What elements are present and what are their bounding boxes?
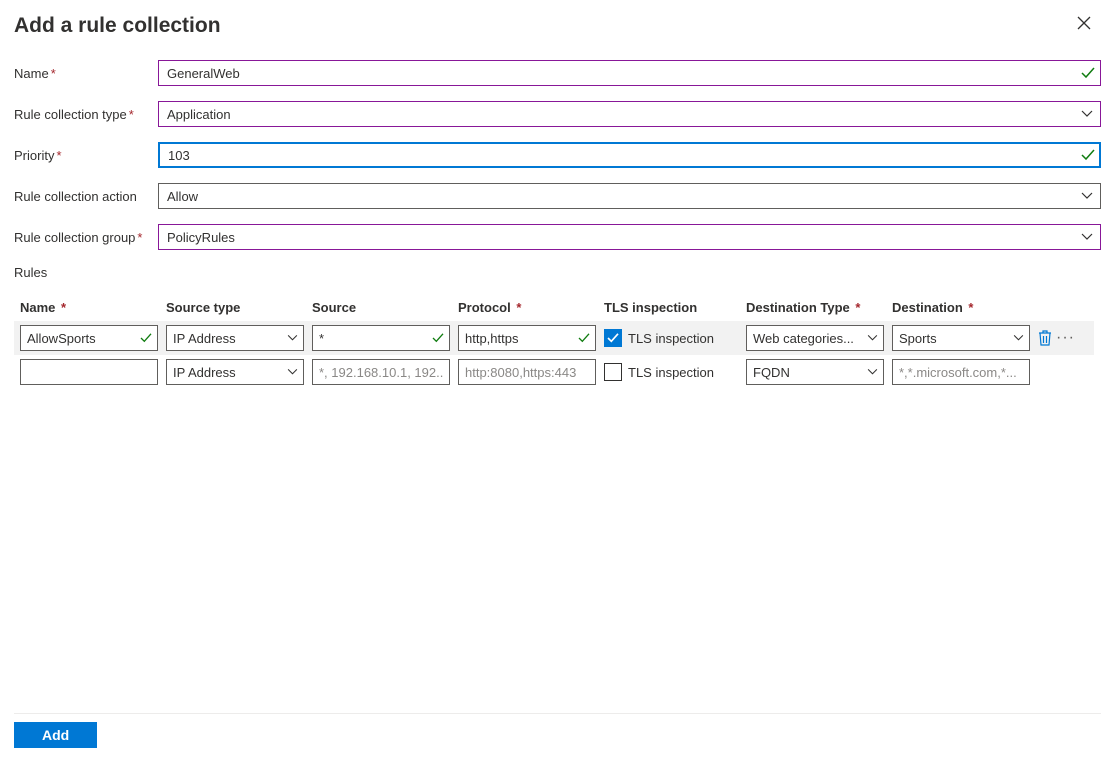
- add-button[interactable]: Add: [14, 722, 97, 748]
- priority-input[interactable]: [158, 142, 1101, 168]
- protocol-input[interactable]: [458, 325, 596, 351]
- rule-name-input[interactable]: [20, 325, 158, 351]
- col-destination: Destination *: [892, 300, 1030, 315]
- tls-label: TLS inspection: [628, 331, 714, 346]
- source-type-select[interactable]: [166, 359, 304, 385]
- source-type-select[interactable]: [166, 325, 304, 351]
- action-label: Rule collection action: [14, 189, 158, 204]
- col-dest-type: Destination Type *: [746, 300, 884, 315]
- group-label: Rule collection group*: [14, 230, 158, 245]
- name-label: Name*: [14, 66, 158, 81]
- priority-label: Priority*: [14, 148, 158, 163]
- tls-checkbox[interactable]: [604, 363, 622, 381]
- type-select[interactable]: [158, 101, 1101, 127]
- col-name: Name *: [20, 300, 158, 315]
- group-select[interactable]: [158, 224, 1101, 250]
- action-select[interactable]: [158, 183, 1101, 209]
- name-input[interactable]: [158, 60, 1101, 86]
- dest-type-select[interactable]: [746, 325, 884, 351]
- table-row: TLS inspection: [14, 355, 1094, 389]
- protocol-input[interactable]: [458, 359, 596, 385]
- dest-type-select[interactable]: [746, 359, 884, 385]
- page-title: Add a rule collection: [14, 14, 221, 38]
- more-icon[interactable]: ···: [1056, 329, 1075, 347]
- source-input[interactable]: [312, 325, 450, 351]
- destination-input[interactable]: [892, 359, 1030, 385]
- col-protocol: Protocol *: [458, 300, 596, 315]
- type-label: Rule collection type*: [14, 107, 158, 122]
- rule-name-input[interactable]: [20, 359, 158, 385]
- delete-icon[interactable]: [1038, 330, 1052, 346]
- col-source: Source: [312, 300, 450, 315]
- rules-section-label: Rules: [14, 265, 1101, 280]
- col-tls: TLS inspection: [604, 300, 738, 315]
- tls-checkbox[interactable]: [604, 329, 622, 347]
- tls-label: TLS inspection: [628, 365, 714, 380]
- source-input[interactable]: [312, 359, 450, 385]
- table-row: TLS inspection ···: [14, 321, 1094, 355]
- destination-select[interactable]: [892, 325, 1030, 351]
- close-icon[interactable]: [1071, 14, 1097, 32]
- col-source-type: Source type: [166, 300, 304, 315]
